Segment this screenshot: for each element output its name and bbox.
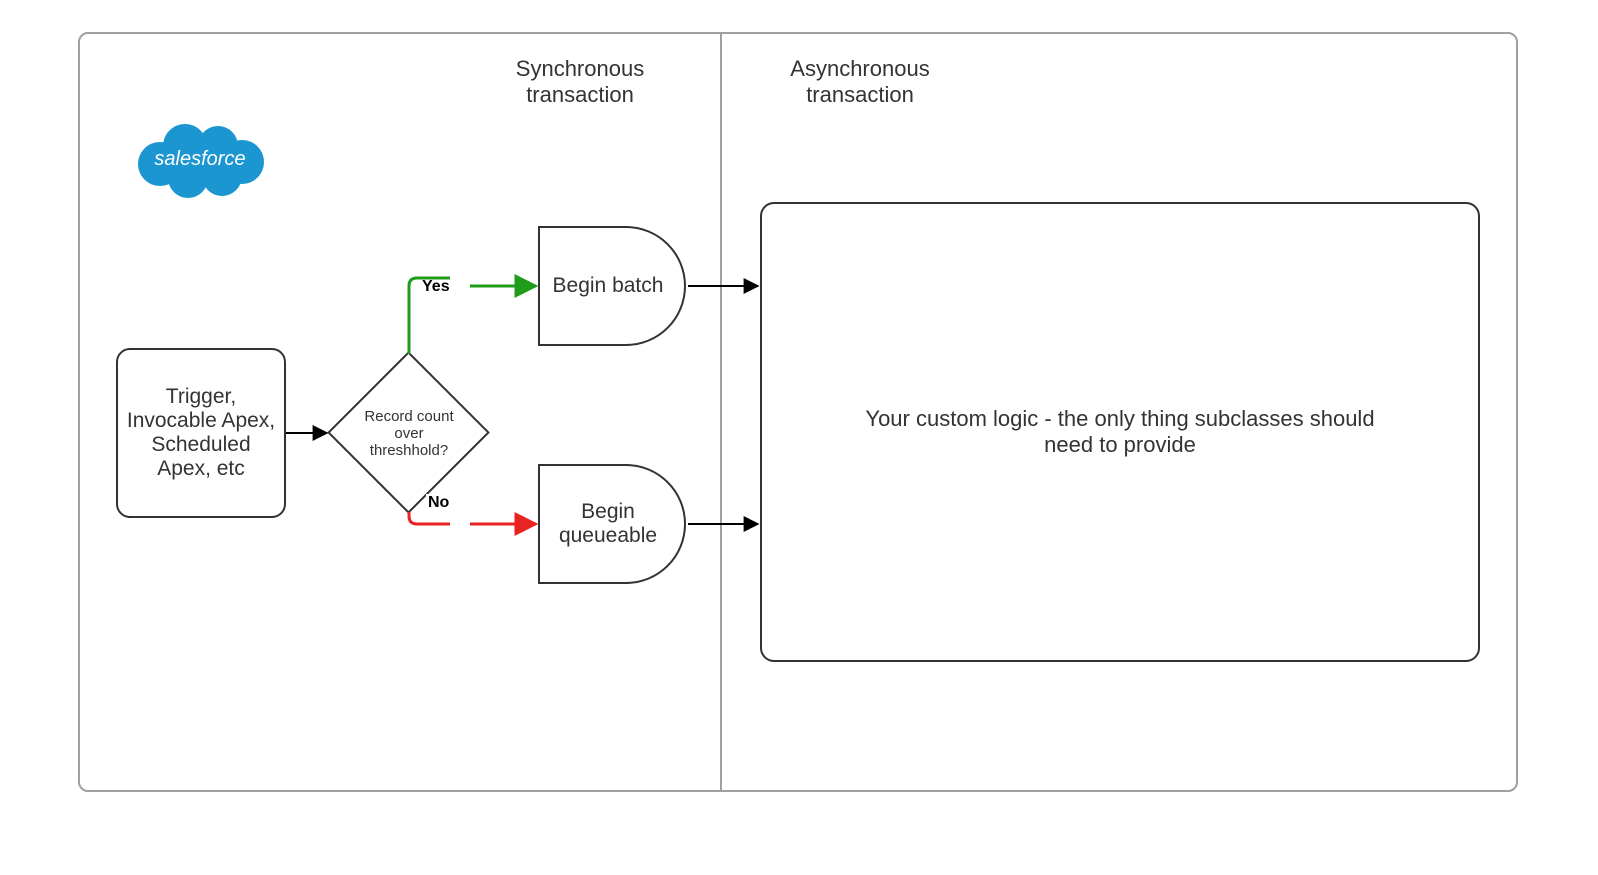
node-begin-queueable: Begin queueable xyxy=(538,464,688,584)
node-custom-logic-label: Your custom logic - the only thing subcl… xyxy=(842,406,1398,458)
logo-text: salesforce xyxy=(130,114,270,204)
node-decision: Record count over threshhold? xyxy=(328,352,490,514)
node-begin-queueable-label: Begin queueable xyxy=(538,464,688,584)
section-title-label: Synchronous transaction xyxy=(516,56,644,107)
sync-async-divider xyxy=(720,34,722,790)
node-entry: Trigger, Invocable Apex, Scheduled Apex,… xyxy=(116,348,286,518)
node-decision-label: Record count over threshhold? xyxy=(328,352,490,514)
section-title-asynchronous: Asynchronous transaction xyxy=(740,56,980,108)
node-entry-label: Trigger, Invocable Apex, Scheduled Apex,… xyxy=(126,385,276,481)
cloud-icon xyxy=(130,114,270,204)
edge-label-yes: Yes xyxy=(420,278,452,296)
node-custom-logic: Your custom logic - the only thing subcl… xyxy=(760,202,1480,662)
salesforce-logo: salesforce xyxy=(130,114,270,204)
node-begin-batch-label: Begin batch xyxy=(538,226,688,346)
node-begin-batch: Begin batch xyxy=(538,226,688,346)
section-title-label: Asynchronous transaction xyxy=(790,56,929,107)
diagram-frame: Synchronous transaction Asynchronous tra… xyxy=(78,32,1518,792)
section-title-synchronous: Synchronous transaction xyxy=(460,56,700,108)
edge-label-no: No xyxy=(426,494,451,512)
